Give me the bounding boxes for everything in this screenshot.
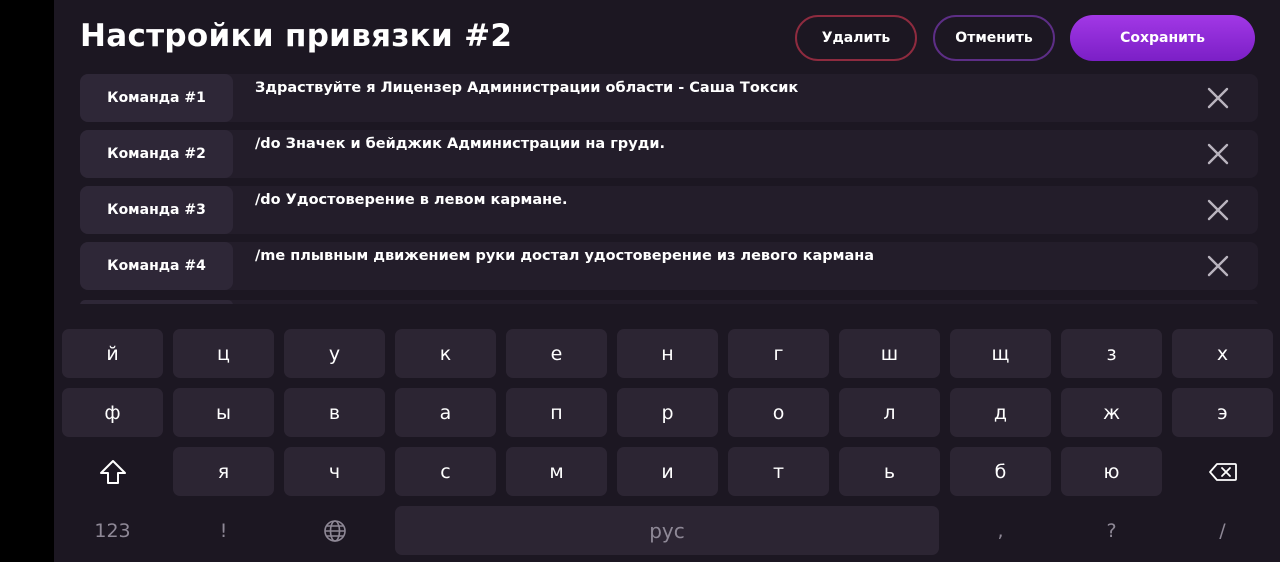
command-text-field[interactable]: /me плывным движением руки достал удосто…: [255, 248, 874, 264]
key[interactable]: х: [1172, 329, 1273, 378]
key[interactable]: г: [728, 329, 829, 378]
command-text-field[interactable]: Здраствуйте я Лицензер Администрации обл…: [255, 80, 798, 96]
key[interactable]: а: [395, 388, 496, 437]
key[interactable]: ф: [62, 388, 163, 437]
slash-key[interactable]: /: [1172, 506, 1273, 555]
key[interactable]: т: [728, 447, 829, 496]
space-key[interactable]: рус: [395, 506, 939, 555]
command-label: Команда #1: [80, 74, 233, 122]
backspace-icon: [1208, 462, 1238, 482]
backspace-key[interactable]: [1172, 447, 1273, 496]
comma-key[interactable]: ,: [950, 506, 1051, 555]
shift-key[interactable]: [62, 447, 163, 496]
delete-button[interactable]: Удалить: [795, 15, 917, 61]
key[interactable]: о: [728, 388, 829, 437]
save-button[interactable]: Сохранить: [1070, 15, 1255, 61]
key[interactable]: ы: [173, 388, 274, 437]
question-key[interactable]: ?: [1061, 506, 1162, 555]
key[interactable]: б: [950, 447, 1051, 496]
key[interactable]: н: [617, 329, 718, 378]
left-edge-bar: [0, 0, 54, 562]
key[interactable]: ю: [1061, 447, 1162, 496]
key[interactable]: е: [506, 329, 607, 378]
close-icon[interactable]: [1206, 198, 1230, 222]
key[interactable]: й: [62, 329, 163, 378]
shift-icon: [99, 459, 127, 485]
key[interactable]: э: [1172, 388, 1273, 437]
key[interactable]: в: [284, 388, 385, 437]
command-label: [80, 300, 233, 304]
cancel-button[interactable]: Отменить: [933, 15, 1055, 61]
command-row-5-partial: [80, 300, 1258, 304]
key[interactable]: к: [395, 329, 496, 378]
command-label: Команда #4: [80, 242, 233, 290]
command-text-field[interactable]: /do Удостоверение в левом кармане.: [255, 192, 568, 208]
command-row-3: Команда #3 /do Удостоверение в левом кар…: [80, 186, 1258, 234]
key[interactable]: с: [395, 447, 496, 496]
key[interactable]: з: [1061, 329, 1162, 378]
key[interactable]: р: [617, 388, 718, 437]
key[interactable]: ш: [839, 329, 940, 378]
key[interactable]: п: [506, 388, 607, 437]
command-label: Команда #2: [80, 130, 233, 178]
command-row-4: Команда #4 /me плывным движением руки до…: [80, 242, 1258, 290]
close-icon[interactable]: [1206, 86, 1230, 110]
key[interactable]: я: [173, 447, 274, 496]
key[interactable]: л: [839, 388, 940, 437]
key[interactable]: ж: [1061, 388, 1162, 437]
language-key[interactable]: [284, 506, 385, 555]
command-row-2: Команда #2 /do Значек и бейджик Админист…: [80, 130, 1258, 178]
key[interactable]: щ: [950, 329, 1051, 378]
commands-list[interactable]: Команда #1 Здраствуйте я Лицензер Админи…: [80, 74, 1258, 304]
numbers-key[interactable]: 123: [62, 506, 163, 555]
close-icon[interactable]: [1206, 254, 1230, 278]
exclamation-key[interactable]: !: [173, 506, 274, 555]
key[interactable]: и: [617, 447, 718, 496]
key[interactable]: м: [506, 447, 607, 496]
key[interactable]: ь: [839, 447, 940, 496]
key[interactable]: у: [284, 329, 385, 378]
globe-icon: [323, 519, 347, 543]
key[interactable]: ч: [284, 447, 385, 496]
close-icon[interactable]: [1206, 142, 1230, 166]
key[interactable]: ц: [173, 329, 274, 378]
page-title: Настройки привязки #2: [80, 18, 513, 54]
key[interactable]: д: [950, 388, 1051, 437]
command-text-field[interactable]: /do Значек и бейджик Администрации на гр…: [255, 136, 665, 152]
command-row-1: Команда #1 Здраствуйте я Лицензер Админи…: [80, 74, 1258, 122]
command-label: Команда #3: [80, 186, 233, 234]
